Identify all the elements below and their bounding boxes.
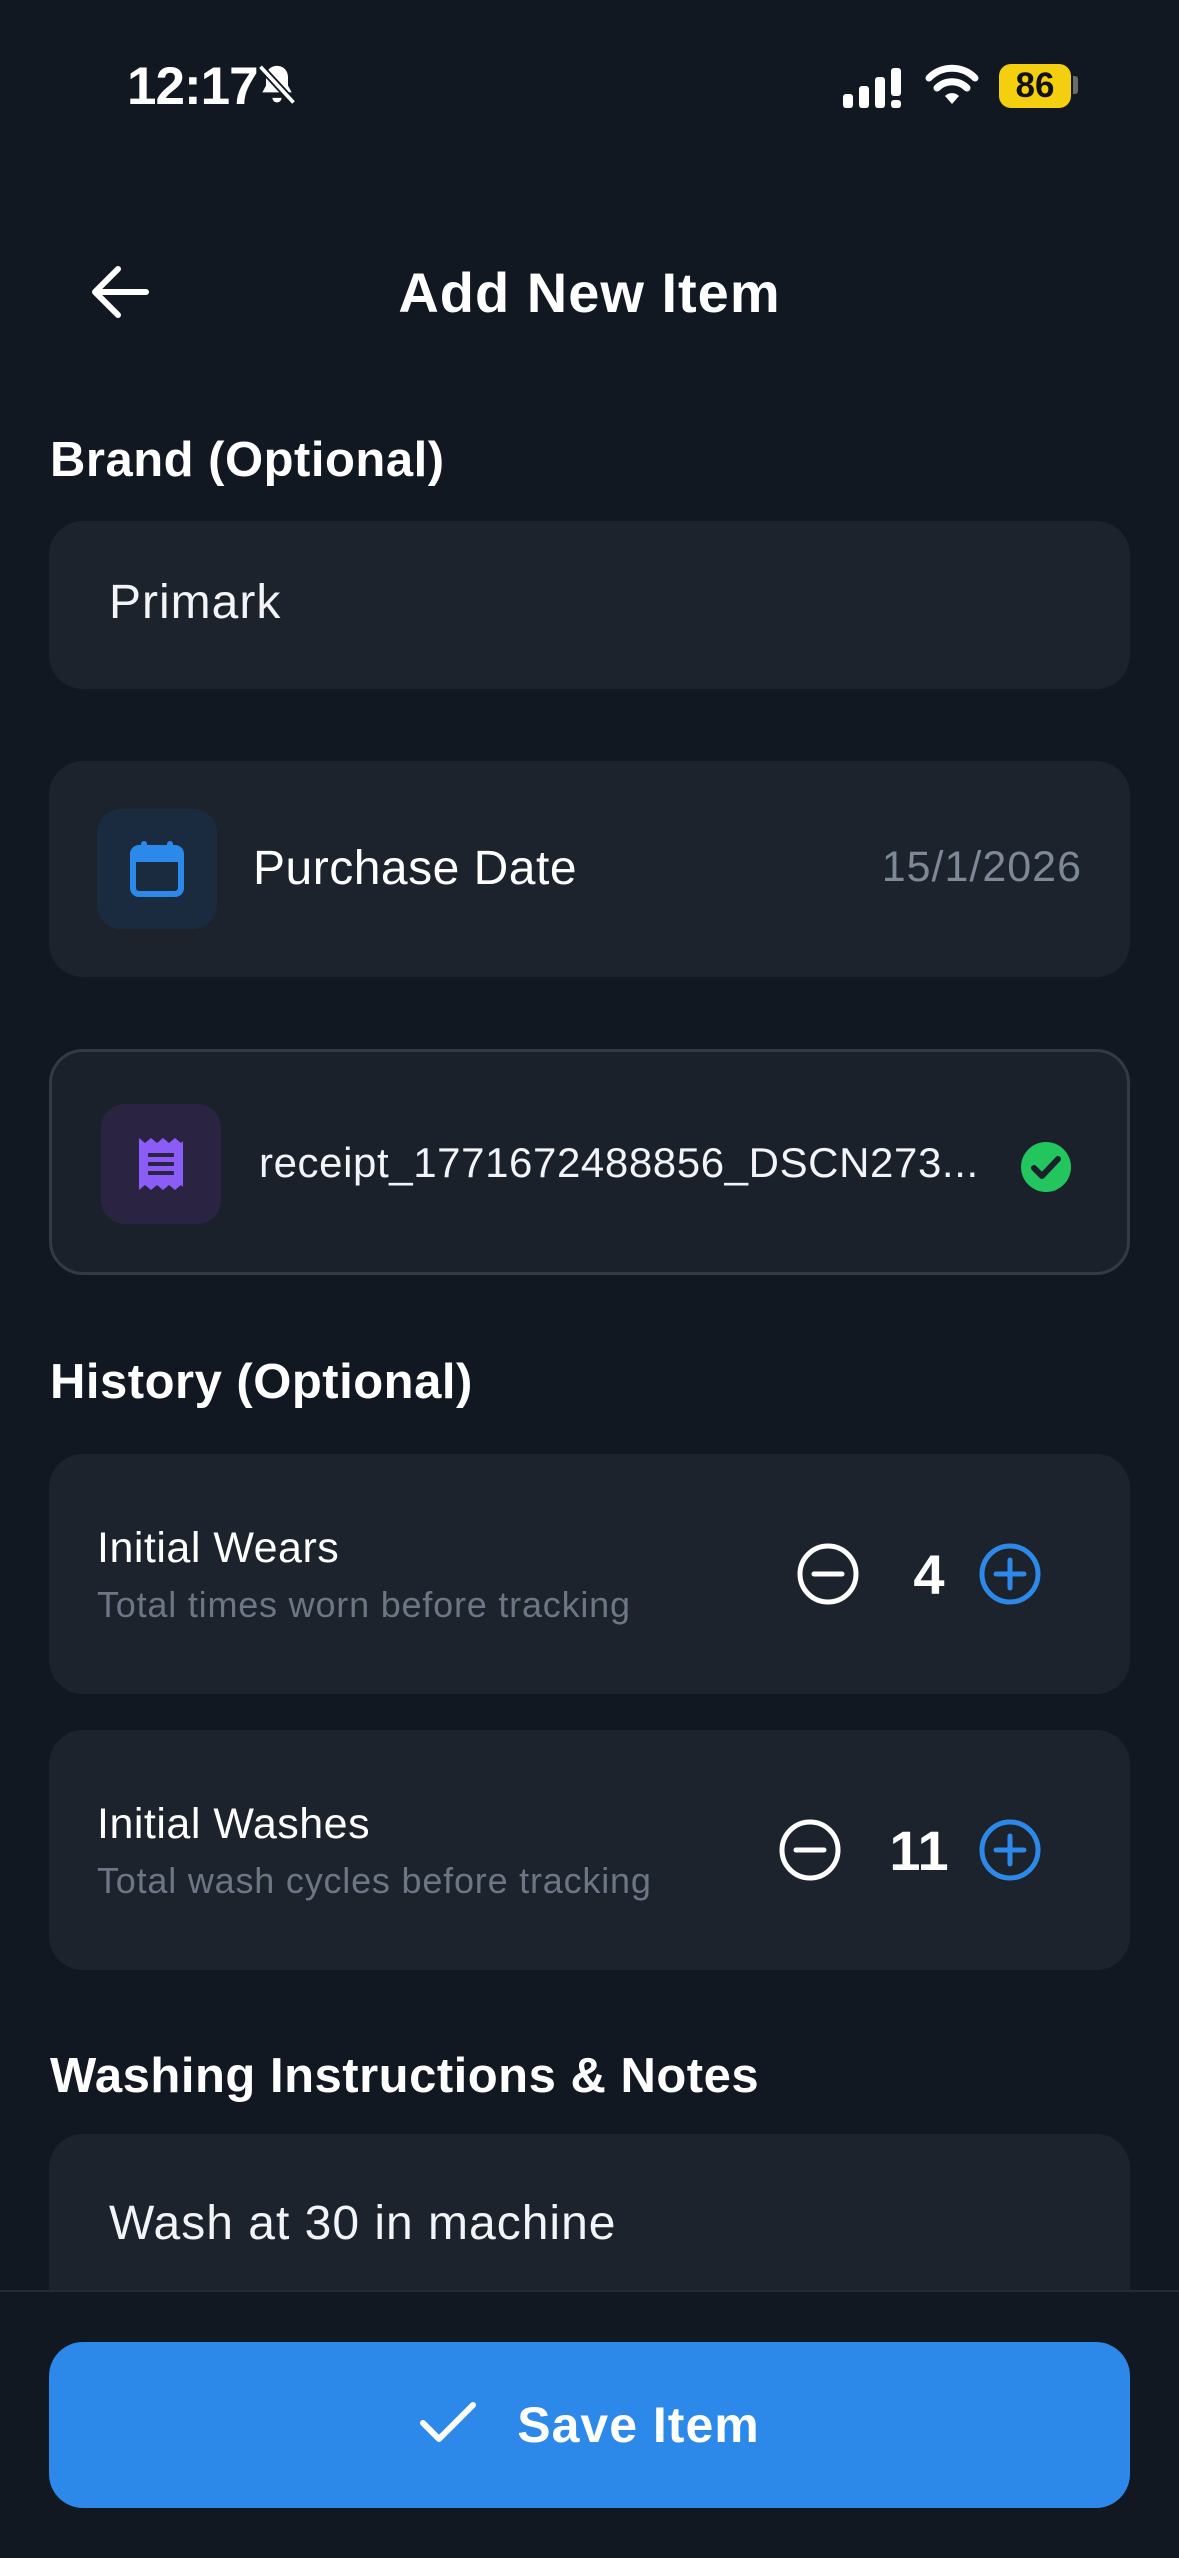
calendar-icon <box>97 809 217 929</box>
receipt-filename: receipt_1771672488856_DSCN273... <box>259 1139 979 1186</box>
save-item-button[interactable]: Save Item <box>49 2342 1130 2508</box>
initial-wears-row: Initial Wears Total times worn before tr… <box>49 1454 1130 1694</box>
checkmark-icon <box>419 2401 477 2450</box>
battery-indicator: 86 <box>999 64 1071 108</box>
notes-input-value: Wash at 30 in machine <box>109 2197 617 2250</box>
history-label: History (Optional) <box>50 1355 473 1409</box>
initial-washes-title: Initial Washes <box>97 1800 371 1848</box>
initial-wears-subtitle: Total times worn before tracking <box>97 1584 631 1625</box>
initial-wears-count: 4 <box>913 1543 945 1606</box>
initial-washes-count: 11 <box>889 1819 949 1882</box>
receipt-attachment[interactable]: receipt_1771672488856_DSCN273... <box>49 1049 1130 1275</box>
initial-washes-row: Initial Washes Total wash cycles before … <box>49 1730 1130 1970</box>
minus-circle-icon[interactable] <box>778 1818 842 1887</box>
initial-wears-title: Initial Wears <box>97 1524 340 1572</box>
receipt-icon <box>101 1104 221 1224</box>
plus-circle-icon[interactable] <box>978 1542 1042 1611</box>
check-circle-icon <box>1020 1141 1072 1198</box>
status-time: 12:17 <box>127 57 259 116</box>
signal-icon <box>843 68 905 113</box>
battery-tip <box>1073 76 1078 94</box>
wifi-icon <box>925 62 979 111</box>
save-item-label: Save Item <box>517 2397 760 2453</box>
page-title: Add New Item <box>398 261 781 324</box>
bell-slash-icon <box>255 62 299 115</box>
brand-input-value: Primark <box>109 576 282 629</box>
brand-input[interactable]: Primark <box>49 521 1130 689</box>
plus-circle-icon[interactable] <box>978 1818 1042 1887</box>
brand-label: Brand (Optional) <box>50 433 445 487</box>
minus-circle-icon[interactable] <box>796 1542 860 1611</box>
purchase-date-field[interactable]: Purchase Date 15/1/2026 <box>49 761 1130 977</box>
initial-washes-subtitle: Total wash cycles before tracking <box>97 1860 652 1901</box>
notes-label: Washing Instructions & Notes <box>50 2049 760 2103</box>
purchase-date-value: 15/1/2026 <box>881 843 1082 891</box>
purchase-date-label: Purchase Date <box>253 842 578 895</box>
